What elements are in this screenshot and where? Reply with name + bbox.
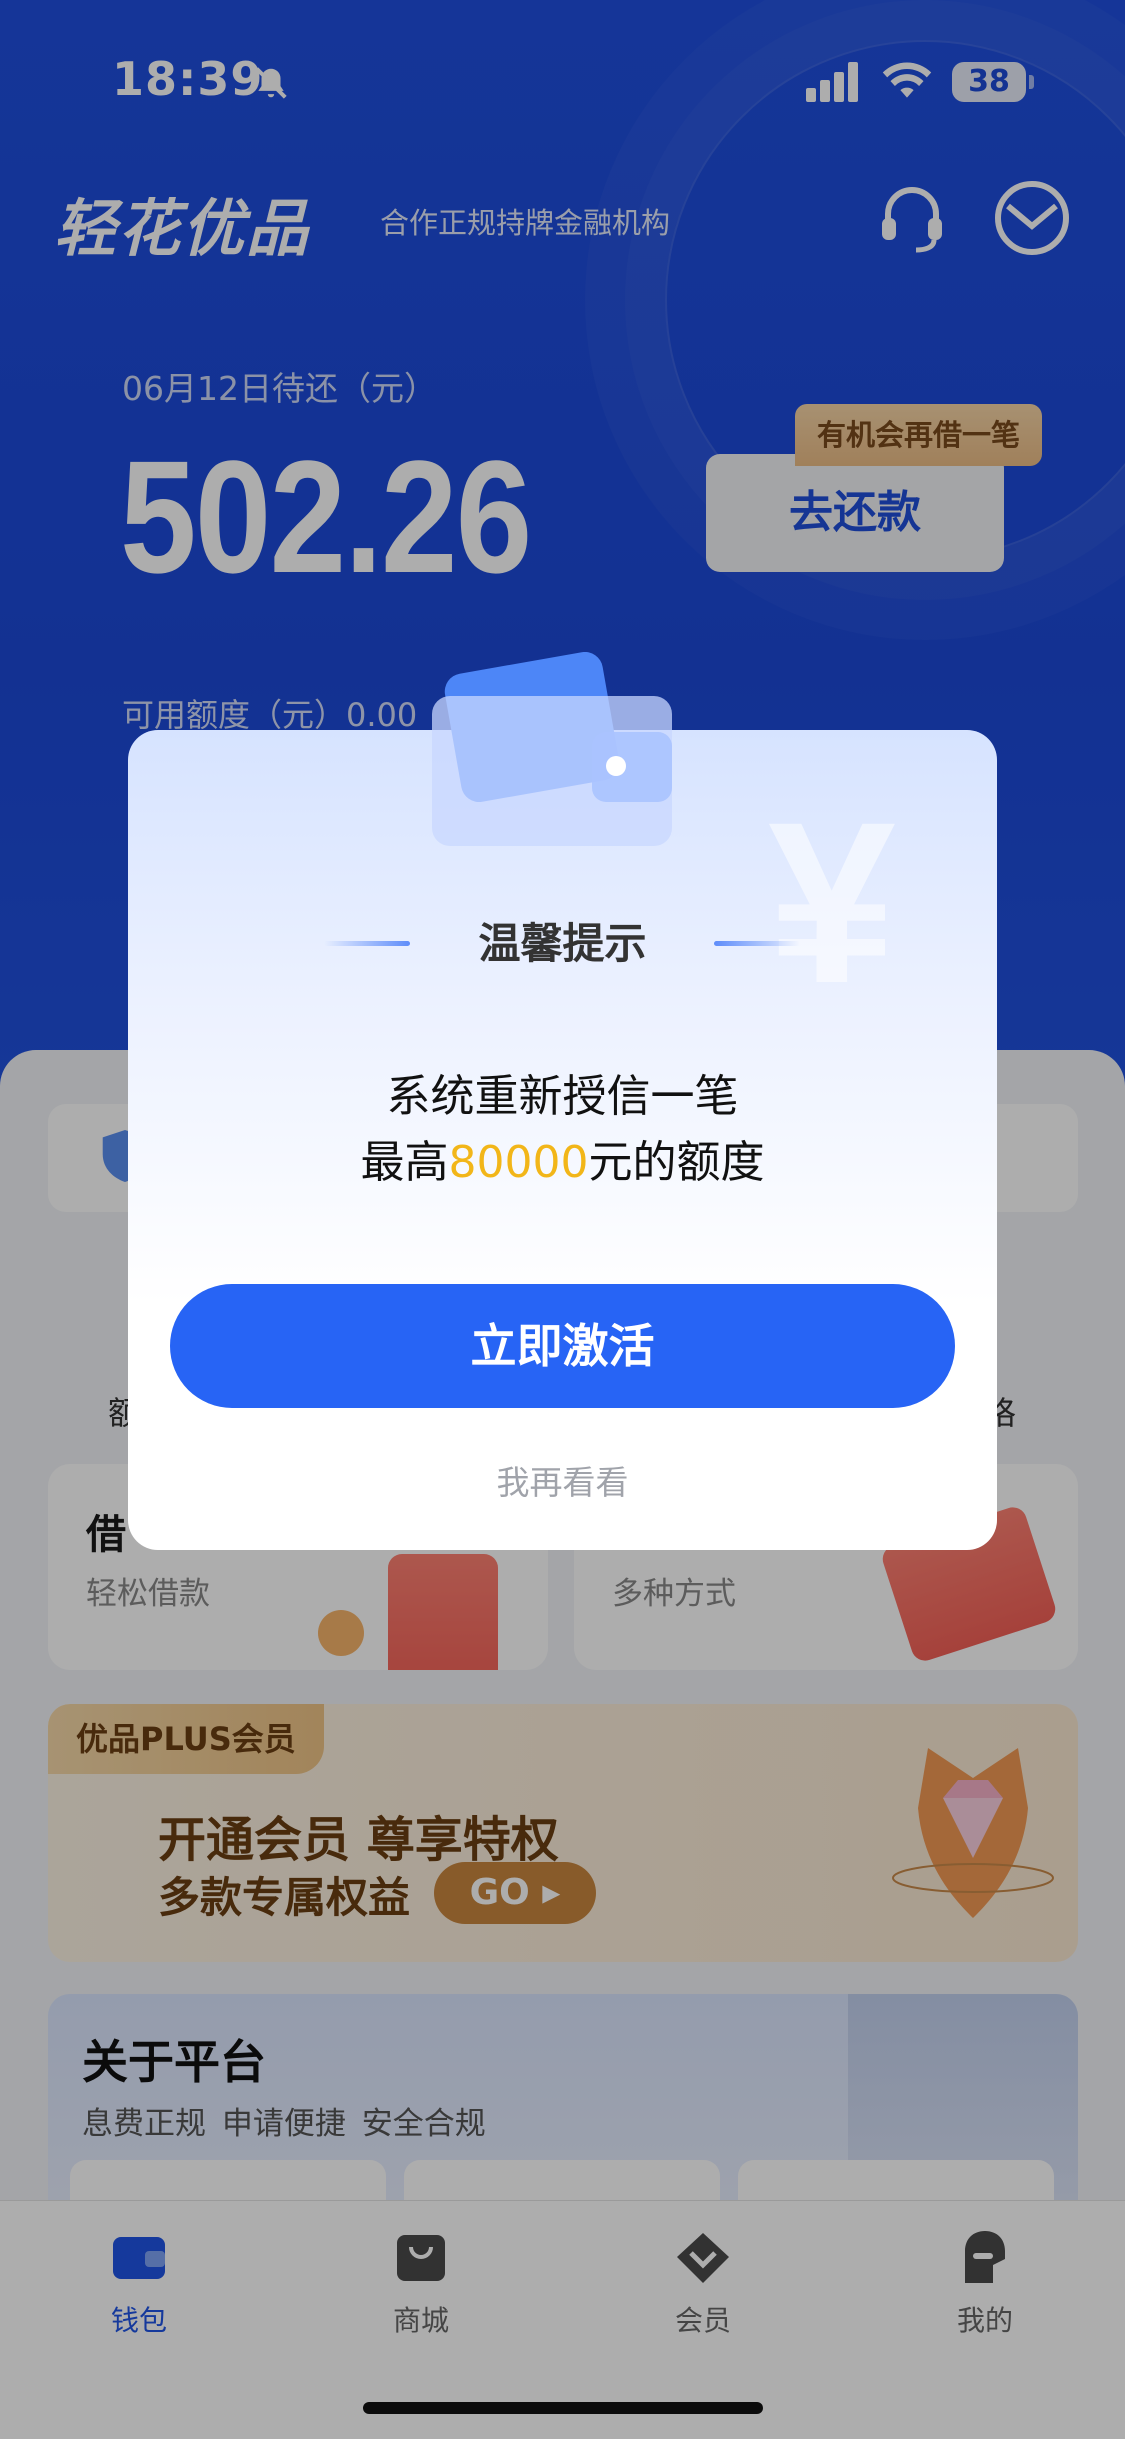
dialog-message-line1: 系统重新授信一笔 (386, 1071, 739, 1122)
app-screen: 18:39 38 轻花优品 合作正规持牌金融机构 06月12日待还（元） 502… (0, 0, 1125, 2439)
maybe-later-button[interactable]: 我再看看 (128, 1456, 997, 1504)
dialog-message-line2: 最高80000元的额度 (128, 1126, 997, 1190)
wallet-illustration-icon (432, 652, 672, 846)
message-prefix: 最高 (360, 1137, 449, 1188)
yen-watermark: ¥ (768, 774, 896, 1031)
message-suffix: 元的额度 (588, 1137, 765, 1188)
activate-button[interactable]: 立即激活 (170, 1284, 955, 1408)
credit-amount-highlight: 80000 (448, 1137, 589, 1188)
dialog-title: 温馨提示 (478, 919, 647, 968)
